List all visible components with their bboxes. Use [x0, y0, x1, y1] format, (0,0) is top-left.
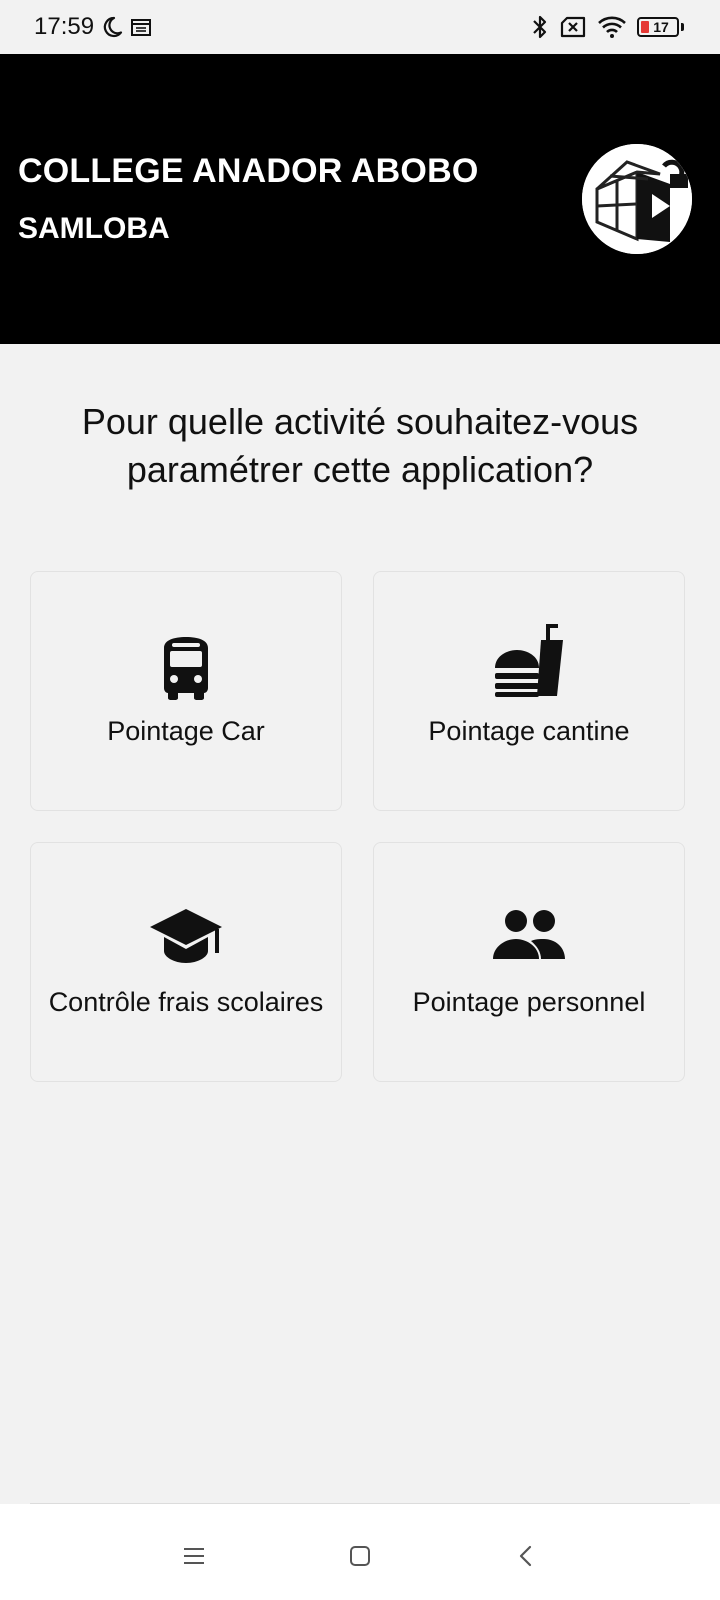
card-label: Pointage Car	[107, 716, 265, 746]
menu-icon[interactable]	[174, 1536, 214, 1576]
battery-level: 17	[653, 19, 669, 35]
calendar-icon	[130, 16, 152, 38]
wifi-icon	[597, 15, 627, 39]
moon-icon	[100, 15, 124, 39]
card-pointage-cantine[interactable]: Pointage cantine	[373, 571, 685, 811]
battery-tip	[681, 23, 684, 31]
sim-off-icon	[559, 16, 587, 38]
battery-icon: 17	[637, 17, 684, 37]
app-header: COLLEGE ANADOR ABOBO SAMLOBA	[0, 54, 720, 344]
card-label: Contrôle frais scolaires	[48, 987, 324, 1017]
card-pointage-car[interactable]: Pointage Car	[30, 571, 342, 811]
status-right: 17	[531, 14, 684, 40]
people-icon	[491, 907, 567, 968]
card-controle-frais-scolaires[interactable]: Contrôle frais scolaires	[30, 842, 342, 1082]
status-time: 17:59	[34, 13, 95, 40]
system-nav-bar	[0, 1504, 720, 1600]
battery-fill	[641, 21, 649, 33]
school-subtitle: SAMLOBA	[18, 212, 170, 245]
fastfood-icon	[491, 622, 567, 703]
bus-icon	[158, 636, 214, 705]
card-label: Pointage cantine	[428, 716, 630, 746]
battery-body: 17	[637, 17, 679, 37]
graduation-cap-icon	[148, 907, 224, 972]
back-chevron-icon[interactable]	[506, 1536, 546, 1576]
cube-logo	[582, 144, 692, 254]
home-square-icon[interactable]	[340, 1536, 380, 1576]
activity-question: Pour quelle activité souhaitez-vous para…	[81, 401, 639, 490]
bluetooth-icon	[531, 14, 549, 40]
status-left: 17:59	[34, 13, 152, 41]
card-pointage-personnel[interactable]: Pointage personnel	[373, 842, 685, 1082]
status-bar: 17:59 17	[0, 0, 720, 54]
school-title: COLLEGE ANADOR ABOBO	[18, 152, 479, 190]
card-label: Pointage personnel	[412, 987, 646, 1017]
